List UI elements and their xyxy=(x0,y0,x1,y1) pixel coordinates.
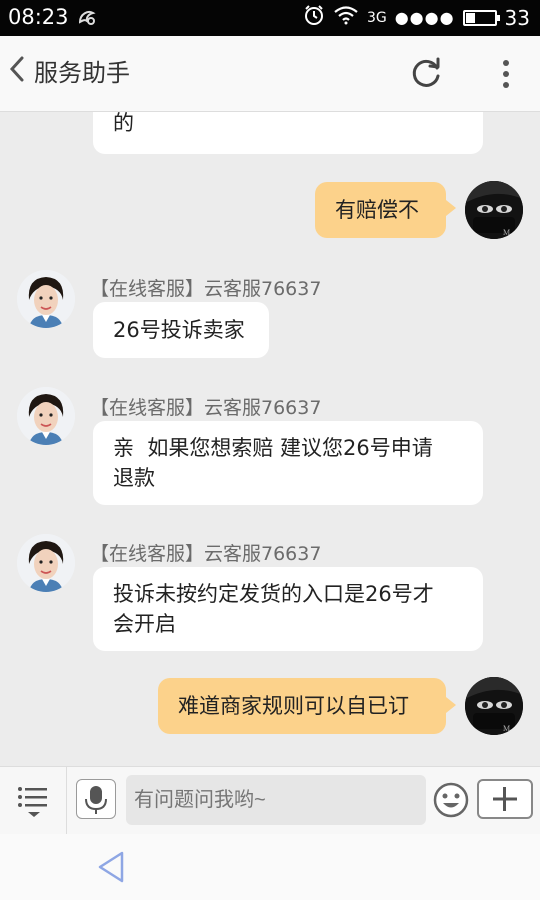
agent-avatar-image xyxy=(17,270,75,328)
wifi-icon xyxy=(333,5,359,30)
back-arrow-icon xyxy=(9,56,24,82)
user-avatar-image: M xyxy=(465,677,523,735)
battery-level: 33 xyxy=(504,5,530,30)
title-bar: 服务助手 xyxy=(0,36,540,112)
user-avatar-image: M xyxy=(465,181,523,239)
menu-button[interactable] xyxy=(14,781,54,821)
system-navigation-bar xyxy=(0,834,540,900)
emoji-icon xyxy=(433,782,469,818)
message-text-line: 亲 如果您想索赔 建议您26号申请 xyxy=(113,436,433,460)
agent-avatar[interactable] xyxy=(17,534,75,592)
user-avatar[interactable]: M xyxy=(465,677,523,735)
more-options-button[interactable] xyxy=(494,58,518,90)
signal-strength-icon: ●●●● xyxy=(394,8,455,27)
nav-back-icon xyxy=(98,851,124,883)
microphone-icon xyxy=(85,786,107,814)
message-text-line: 退款 xyxy=(113,466,155,490)
sender-name: 【在线客服】云客服76637 xyxy=(90,278,322,300)
status-bar: 08:23 3G ●●●● 33 xyxy=(0,0,540,36)
message-text-line: 投诉未按约定发货的入口是26号才 xyxy=(113,582,434,606)
agent-message-bubble: 的 xyxy=(93,112,483,154)
page-title: 服务助手 xyxy=(34,59,130,87)
user-avatar[interactable]: M xyxy=(465,181,523,239)
refresh-button[interactable] xyxy=(410,56,444,90)
battery-icon xyxy=(462,9,500,26)
sender-name: 【在线客服】云客服76637 xyxy=(90,397,322,419)
message-input-bar xyxy=(0,766,540,835)
more-vert-icon xyxy=(503,60,509,88)
message-text: 26号投诉卖家 xyxy=(113,318,245,342)
svg-text:M: M xyxy=(503,724,510,733)
bubble-tail xyxy=(446,200,456,216)
message-text-line: 会开启 xyxy=(113,612,176,636)
message-text: 有赔偿不 xyxy=(335,198,419,222)
chat-messages[interactable]: 的 有赔偿不 M 【在线客服】云客服76637 26号投诉卖家 【在线客服】云客… xyxy=(0,112,540,766)
bubble-tail xyxy=(446,697,456,713)
add-attachment-button[interactable] xyxy=(477,779,533,819)
menu-list-icon xyxy=(18,787,47,817)
agent-message-bubble: 亲 如果您想索赔 建议您26号申请 退款 xyxy=(93,421,483,505)
svg-text:M: M xyxy=(503,228,510,237)
emoji-button[interactable] xyxy=(432,781,470,819)
message-input[interactable] xyxy=(126,775,426,825)
refresh-icon xyxy=(412,57,440,87)
user-message-bubble: 有赔偿不 xyxy=(315,182,446,238)
sender-name: 【在线客服】云客服76637 xyxy=(90,543,322,565)
message-text: 难道商家规则可以自已订 xyxy=(178,694,409,718)
agent-avatar[interactable] xyxy=(17,387,75,445)
agent-message-bubble: 投诉未按约定发货的入口是26号才 会开启 xyxy=(93,567,483,651)
notification-app-icon xyxy=(76,6,98,33)
agent-avatar-image xyxy=(17,534,75,592)
message-text: 的 xyxy=(113,112,134,135)
nav-back-button[interactable] xyxy=(96,850,128,884)
status-time: 08:23 xyxy=(8,5,69,29)
back-button[interactable] xyxy=(6,54,28,94)
voice-input-button[interactable] xyxy=(76,779,116,819)
alarm-icon xyxy=(303,4,325,31)
agent-avatar[interactable] xyxy=(17,270,75,328)
agent-message-bubble: 26号投诉卖家 xyxy=(93,302,269,358)
divider xyxy=(66,767,67,835)
user-message-bubble: 难道商家规则可以自已订 xyxy=(158,678,446,734)
plus-icon xyxy=(493,787,517,811)
network-type: 3G xyxy=(366,9,387,26)
agent-avatar-image xyxy=(17,387,75,445)
